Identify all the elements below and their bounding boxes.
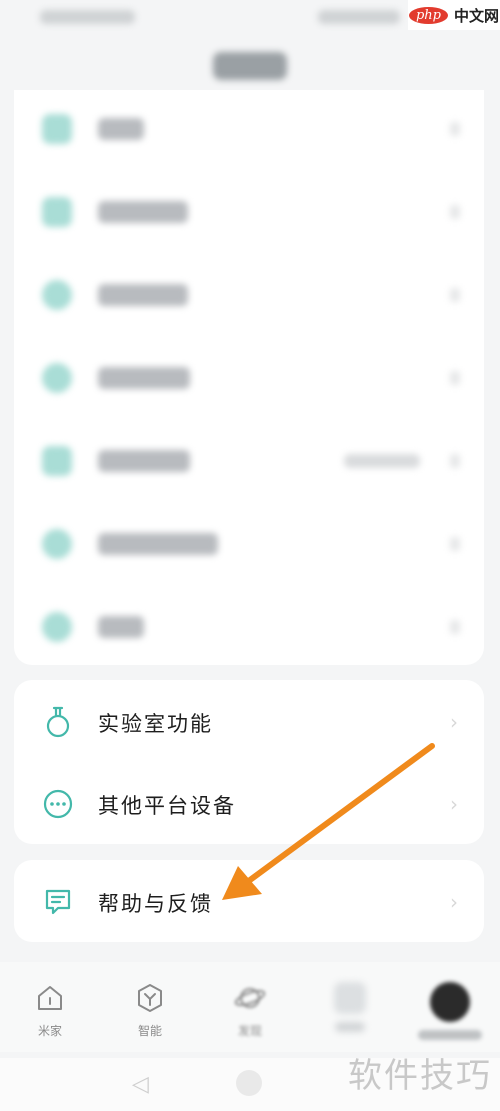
php-site-text: 中文网 [454,6,500,25]
chevron-right-icon [450,537,460,551]
flask-icon [46,706,70,738]
tab-blurred[interactable] [310,982,390,1032]
watermark-text: 软件技巧 [348,1056,492,1096]
chevron-right-icon [450,205,460,219]
chevron-right-icon [450,122,460,136]
avatar [430,982,470,1022]
help-feedback-label: 帮助与反馈 [98,892,213,916]
other-platform-devices-item[interactable]: 其他平台设备 › [14,762,484,844]
php-logo: php [408,6,448,24]
page-title [0,52,500,84]
php-watermark-badge: php 中文网 [408,0,500,30]
lab-features-item[interactable]: 实验室功能 › [14,680,484,762]
status-indicators [318,10,400,24]
other-platform-devices-label: 其他平台设备 [98,794,236,818]
tab-discover-label: 发现 [237,1024,262,1038]
blurred-icon [42,114,72,144]
list-item[interactable] [14,173,484,253]
bottom-nav: 米家 智能 发现 [0,962,500,1052]
lab-features-label: 实验室功能 [98,712,213,736]
tab-home-label: 米家 [37,1024,62,1038]
chevron-right-icon: › [450,890,458,914]
tab-discover[interactable]: 发现 [210,982,290,1039]
chevron-right-icon [450,620,460,634]
blurred-icon [334,982,366,1014]
chevron-right-icon: › [450,710,458,734]
list-item[interactable] [14,256,484,336]
tab-profile[interactable] [410,982,490,1040]
planet-icon [234,988,266,1008]
list-item[interactable] [14,339,484,419]
more-dots-icon [43,789,73,819]
blurred-icon [42,363,72,393]
feedback-icon [45,889,71,915]
list-item[interactable] [14,90,484,170]
back-icon[interactable]: ◁ [132,1072,149,1097]
help-feedback-item[interactable]: 帮助与反馈 › [14,860,484,942]
blurred-icon [42,197,72,227]
tab-smart[interactable]: 智能 [110,982,190,1039]
list-item[interactable] [14,505,484,585]
help-card: 帮助与反馈 › [14,860,484,942]
chevron-right-icon [450,371,460,385]
smart-icon [138,984,162,1012]
blurred-icon [42,529,72,559]
blurred-icon [42,446,72,476]
tab-home[interactable]: 米家 [10,982,90,1039]
home-button-icon[interactable] [236,1070,262,1096]
blurred-icon [42,612,72,642]
settings-card-blurred [14,90,484,665]
blurred-icon [42,280,72,310]
lab-and-devices-card: 实验室功能 › 其他平台设备 › [14,680,484,844]
chevron-right-icon: › [450,792,458,816]
chevron-right-icon [450,288,460,302]
tab-smart-label: 智能 [137,1024,162,1038]
chevron-right-icon [450,454,460,468]
list-item-value [344,454,420,468]
list-item[interactable] [14,422,484,502]
home-icon [38,986,62,1010]
status-time [40,10,135,24]
list-item[interactable] [14,588,484,668]
